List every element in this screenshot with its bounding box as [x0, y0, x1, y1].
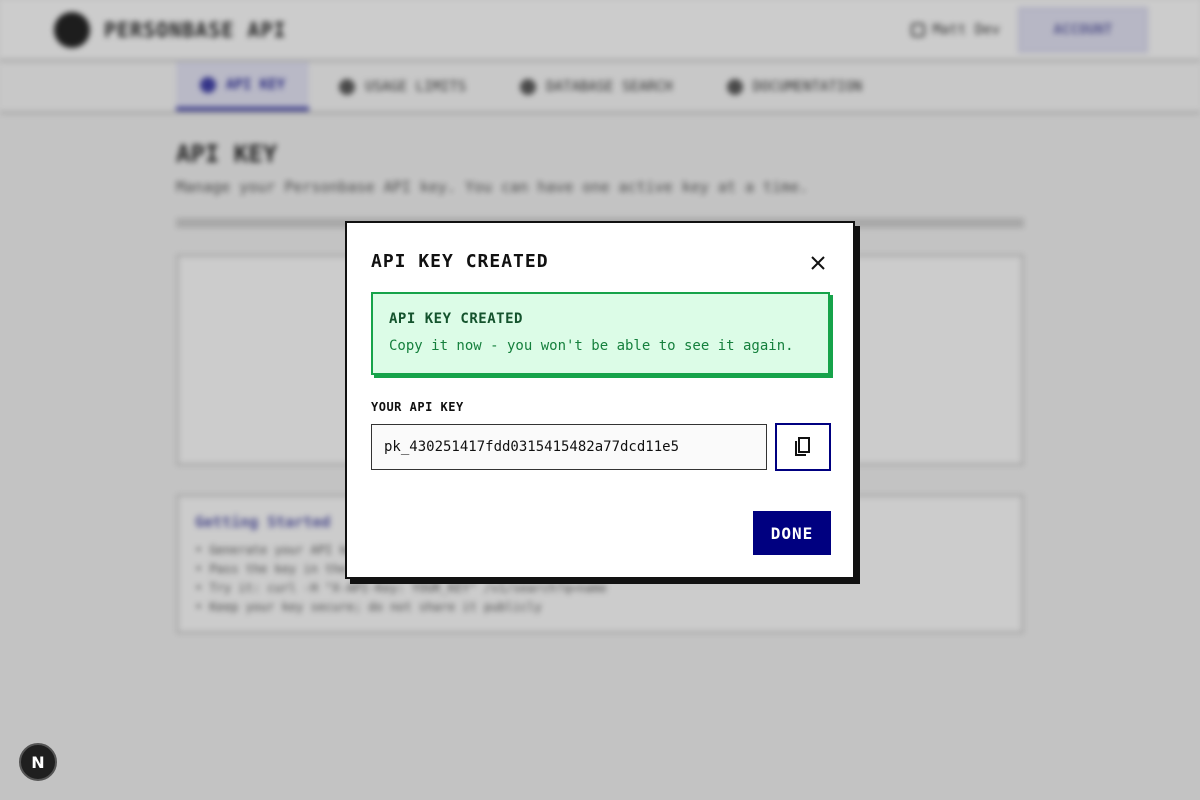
- success-title: API KEY CREATED: [389, 311, 523, 327]
- dev-tools-badge[interactable]: N: [19, 743, 57, 781]
- copy-icon: [795, 437, 810, 456]
- api-key-label: YOUR API KEY: [371, 400, 464, 414]
- success-message: Copy it now - you won't be able to see i…: [389, 338, 794, 354]
- done-button[interactable]: DONE: [753, 511, 831, 555]
- close-icon: [811, 256, 825, 270]
- success-alert: API KEY CREATED Copy it now - you won't …: [371, 292, 830, 375]
- copy-button[interactable]: [775, 423, 831, 471]
- close-button[interactable]: [805, 250, 831, 276]
- api-key-field[interactable]: [371, 424, 767, 470]
- dialog-title: API KEY CREATED: [371, 251, 549, 272]
- api-key-created-dialog: API KEY CREATED API KEY CREATED Copy it …: [345, 221, 855, 579]
